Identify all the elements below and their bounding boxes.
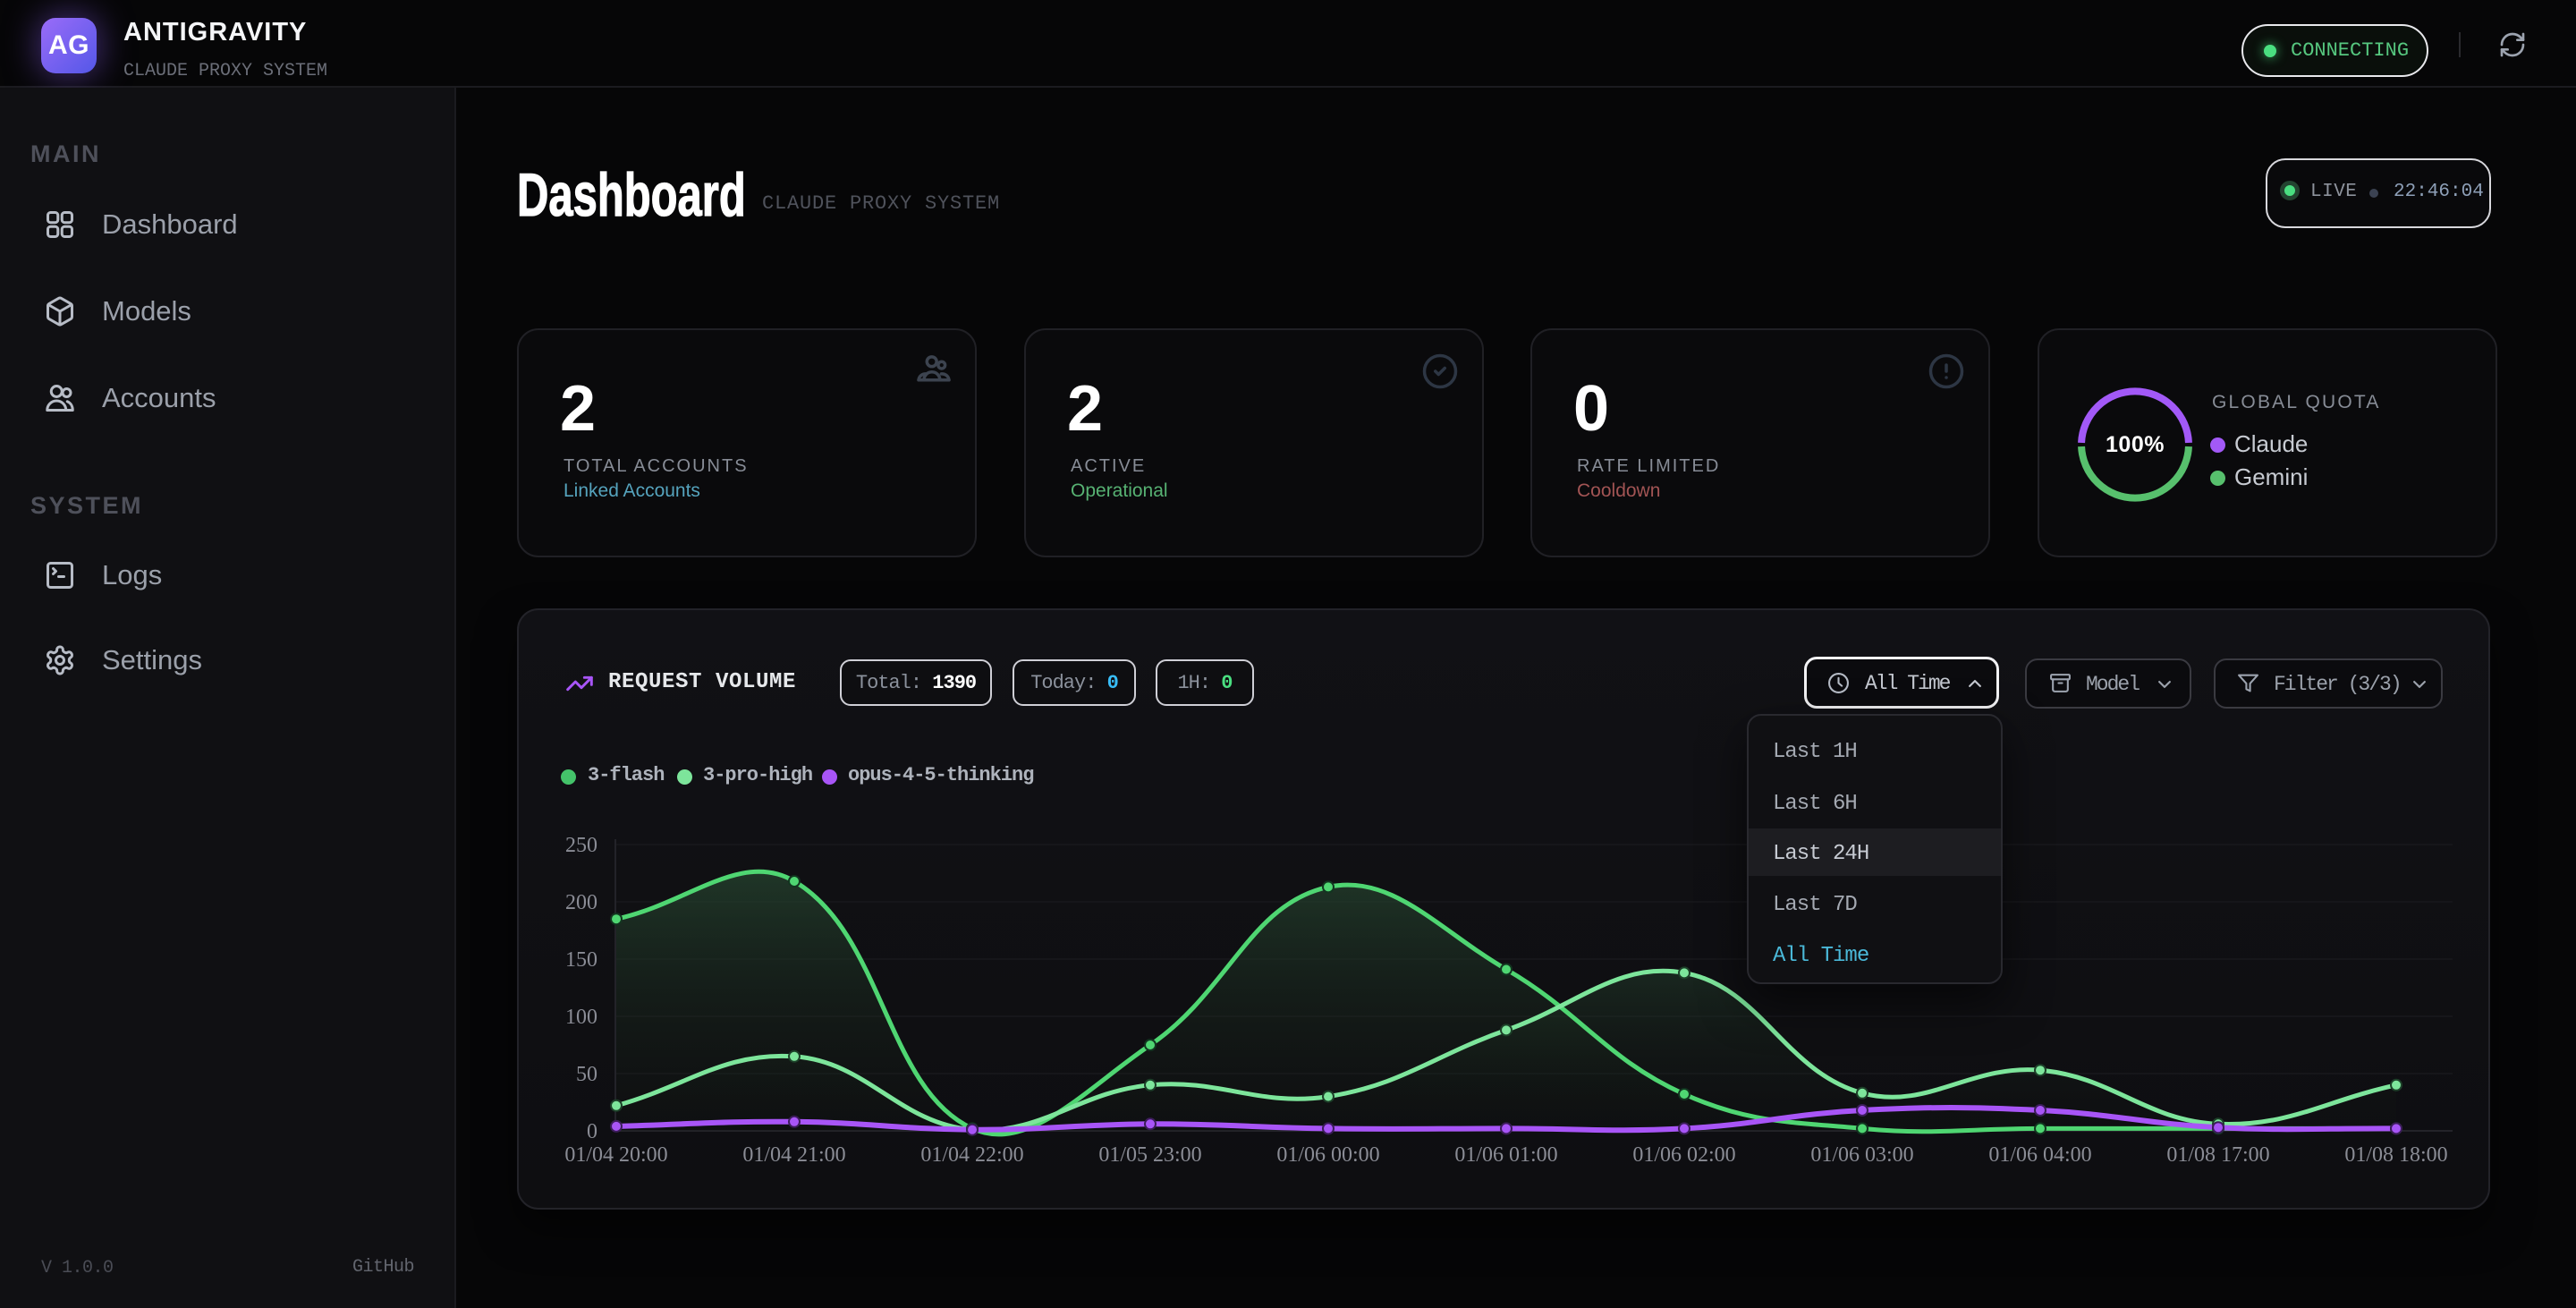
svg-text:250: 250 [565,834,597,857]
svg-text:100: 100 [565,1006,597,1029]
svg-text:50: 50 [576,1063,597,1086]
svg-text:01/06 01:00: 01/06 01:00 [1454,1143,1557,1167]
svg-text:0: 0 [587,1120,597,1143]
svg-text:01/04 21:00: 01/04 21:00 [742,1143,845,1167]
svg-text:01/06 04:00: 01/06 04:00 [1988,1143,2091,1167]
svg-text:01/05 23:00: 01/05 23:00 [1098,1143,1201,1167]
svg-text:01/06 02:00: 01/06 02:00 [1632,1143,1735,1167]
svg-text:01/04 20:00: 01/04 20:00 [564,1143,667,1167]
svg-text:200: 200 [565,891,597,914]
svg-text:01/08 18:00: 01/08 18:00 [2344,1143,2447,1167]
svg-text:01/04 22:00: 01/04 22:00 [920,1143,1023,1167]
svg-text:150: 150 [565,948,597,972]
svg-text:01/06 00:00: 01/06 00:00 [1276,1143,1379,1167]
svg-text:01/06 03:00: 01/06 03:00 [1810,1143,1913,1167]
svg-text:01/08 17:00: 01/08 17:00 [2166,1143,2269,1167]
